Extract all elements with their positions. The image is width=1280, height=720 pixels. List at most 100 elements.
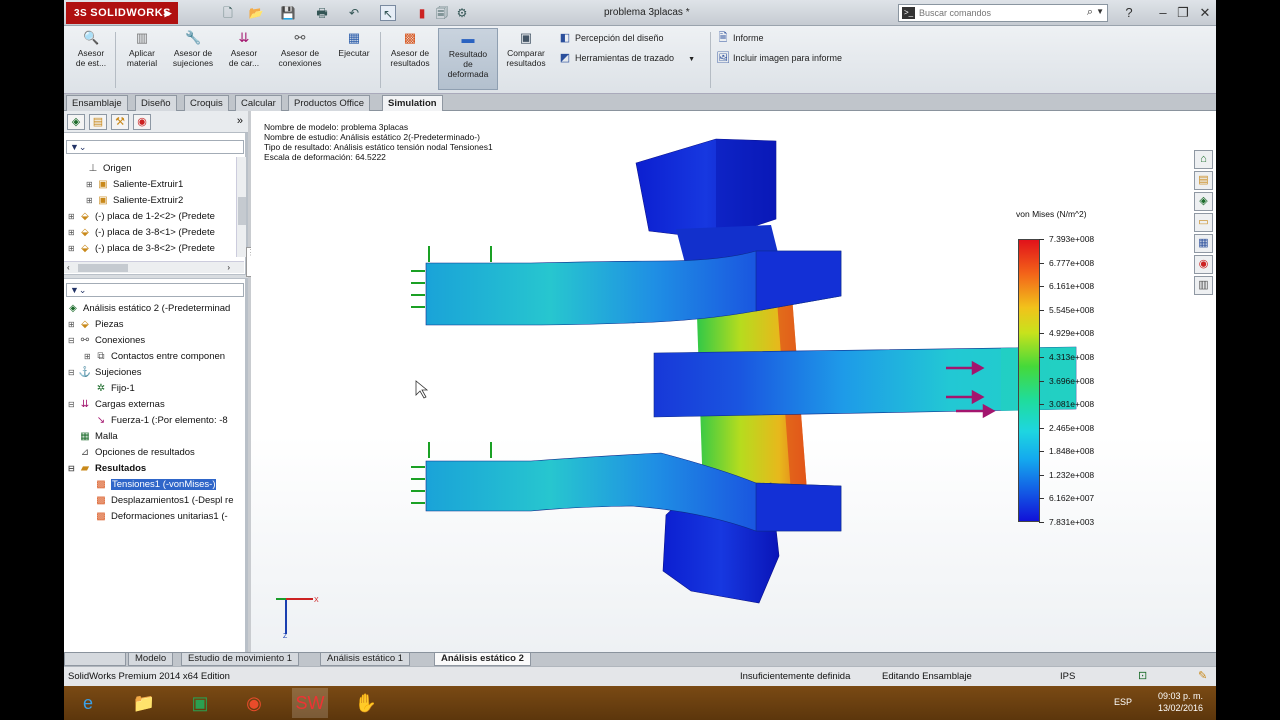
tree-item-deformaciones1[interactable]: ▩ Deformaciones unitarias1 (- [94,509,227,525]
language-indicator[interactable]: ESP [1114,697,1132,707]
chrome-icon[interactable]: ◉ [236,688,272,718]
collapse-icon[interactable]: ⊟ [68,365,78,381]
file-properties-icon[interactable]: 🗐 [434,5,450,21]
design-library-tab-icon[interactable]: ▤ [1194,171,1213,190]
custom-properties-tab-icon[interactable]: ▥ [1194,276,1213,295]
plot-tools-button[interactable]: ◩ Herramientas de trazado ▼ [558,50,695,66]
propertymanager-tab-icon[interactable]: ▤ [89,114,107,130]
tree-item-resultados[interactable]: ⊟ ▰ Resultados [68,461,146,477]
horizontal-scrollbar[interactable]: ‹ › [64,261,244,273]
tree-item-placa-1-2[interactable]: ⊞ ⬙ (-) placa de 1-2<2> (Predete [68,209,215,225]
expand-icon[interactable]: ⊞ [68,209,78,225]
compare-results-button[interactable]: ▣ Comparar resultados [500,28,552,90]
report-button[interactable]: 🗎 Informe [716,30,764,46]
help-icon[interactable]: ? [1120,4,1138,22]
viewport-icon[interactable]: ▣ [1165,111,1177,113]
tree-item-tensiones1[interactable]: ▩ Tensiones1 (-vonMises-) [94,477,218,493]
simulation-display-icon[interactable]: ▦ [804,111,819,114]
zoom-area-icon[interactable]: ⌕ [615,111,630,114]
edit-appearance-icon[interactable]: ◐ [741,111,756,114]
apply-scene-icon[interactable]: ◉ [762,111,777,114]
resources-tab-icon[interactable]: ⌂ [1194,150,1213,169]
expand-arrows-icon[interactable]: » [237,115,243,127]
scroll-right-icon[interactable]: › [227,262,230,273]
tree-item-conexiones[interactable]: ⊟ ⚯ Conexiones [68,333,145,349]
clock[interactable]: 09:03 p. m. 13/02/2016 [1158,690,1203,714]
tree-filter[interactable]: ▼⌄ [66,140,244,154]
connections-advisor-button[interactable]: ⚯ Asesor de conexiones [272,28,328,90]
tree-item-contactos[interactable]: ⊞ ⧉ Contactos entre componen [84,349,225,365]
deformed-result-button[interactable]: ▬ Resultado de deformada [438,28,498,90]
tab-analisis-estatico-2[interactable]: Análisis estático 2 [434,653,531,666]
design-insight-button[interactable]: ◧ Percepción del diseño [558,30,664,46]
search-tab-icon[interactable]: ▭ [1194,213,1213,232]
restore-icon[interactable]: ❐ [1174,4,1192,22]
view-palette-tab-icon[interactable]: ▦ [1194,234,1213,253]
expand-icon[interactable]: ⊞ [86,193,96,209]
chevron-down-icon[interactable]: ▼ [1096,7,1104,16]
collapse-icon[interactable]: ⊟ [68,333,78,349]
expand-icon[interactable]: ⊞ [68,317,78,333]
units-indicator[interactable]: IPS [1060,667,1075,686]
displaymanager-tab-icon[interactable]: ◉ [133,114,151,130]
solidworks-logo[interactable]: 3S SOLIDWORKS ▶ [66,2,178,24]
run-button[interactable]: ▦ Ejecutar [332,28,376,90]
graphics-area[interactable]: Nombre de modelo: problema 3placas Nombr… [251,111,1216,652]
tab-calcular[interactable]: Calcular [235,95,282,111]
tab-modelo[interactable]: Modelo [128,653,174,666]
apply-material-button[interactable]: ▥ Aplicar material [120,28,164,90]
expand-icon[interactable]: ⊞ [68,241,78,257]
tree-item-fijo-1[interactable]: ✲ Fijo-1 [94,381,135,397]
scroll-thumb[interactable] [78,264,128,272]
file-explorer-tab-icon[interactable]: ◈ [1194,192,1213,211]
scroll-thumb[interactable] [238,197,246,225]
rebuild-status-icon[interactable]: ⊡ [1138,667,1147,686]
view-settings-icon[interactable]: ▤ [783,111,798,114]
tab-croquis[interactable]: Croquis [184,95,229,111]
tab-analisis-estatico-1[interactable]: Análisis estático 1 [320,653,411,666]
zoom-to-fit-icon[interactable]: ⌕ [594,111,609,114]
tree-item-saliente-extruir1[interactable]: ⊞ ▣ Saliente-Extruir1 [86,177,183,193]
new-document-icon[interactable]: 🗋 [220,5,236,21]
results-advisor-button[interactable]: ▩ Asesor de resultados [384,28,436,90]
select-icon[interactable]: ↖ [380,5,396,21]
loads-advisor-button[interactable]: ⇊ Asesor de car... [222,28,266,90]
collapse-icon[interactable]: ⊟ [68,397,78,413]
display-style-icon[interactable]: ◩ [699,111,714,114]
store-icon[interactable]: ▣ [182,688,218,718]
include-image-button[interactable]: 🖼 Incluir imagen para informe [716,50,842,66]
file-explorer-icon[interactable]: 📁 [126,688,162,718]
expand-icon[interactable]: ⊞ [84,349,94,365]
scroll-left-icon[interactable]: ‹ [67,262,70,273]
close-icon[interactable]: ✕ [1196,4,1214,22]
search-icon[interactable]: ⌕ [1087,6,1093,19]
tab-navigation-arrows[interactable] [64,653,126,666]
fixtures-advisor-button[interactable]: 🔧 Asesor de sujeciones [168,28,218,90]
save-icon[interactable]: 💾 [280,5,296,21]
rebuild-icon[interactable]: ▮ [414,5,430,21]
tree-item-piezas[interactable]: ⊞ ⬙ Piezas [68,317,124,333]
section-view-icon[interactable]: ◧ [657,111,672,114]
tab-simulation[interactable]: Simulation [382,95,443,111]
print-icon[interactable]: 🖶 [314,5,330,21]
tab-ensamblaje[interactable]: Ensamblaje [66,95,128,111]
tree-item-cargas-externas[interactable]: ⊟ ⇊ Cargas externas [68,397,165,413]
app-taskbar-icon[interactable]: ✋ [348,688,384,718]
options-icon[interactable]: ⚙ [454,5,470,21]
tree-item-placa-3-8-2[interactable]: ⊞ ⬙ (-) placa de 3-8<2> (Predete [68,241,215,257]
tree-item-saliente-extruir2[interactable]: ⊞ ▣ Saliente-Extruir2 [86,193,183,209]
internet-explorer-icon[interactable]: e [70,688,106,718]
expand-icon[interactable]: ⊞ [68,225,78,241]
previous-view-icon[interactable]: ↺ [636,111,651,114]
solidworks-taskbar-icon[interactable]: SW [292,688,328,718]
tree-item-study-root[interactable]: ◈ Análisis estático 2 (-Predeterminad [66,301,230,317]
search-input[interactable] [919,6,1079,20]
tab-estudio-movimiento[interactable]: Estudio de movimiento 1 [181,653,300,666]
study-advisor-button[interactable]: 🔍 Asesor de est... [70,28,112,90]
pane-splitter[interactable] [64,274,248,279]
open-icon[interactable]: 📂 [248,5,264,21]
tree-item-opciones-resultados[interactable]: ⊿ Opciones de resultados [78,445,195,461]
hide-show-icon[interactable]: ◌ [720,111,735,114]
tab-diseno[interactable]: Diseño [135,95,177,111]
tree-item-fuerza-1[interactable]: ↘ Fuerza-1 (:Por elemento: -8 [94,413,228,429]
